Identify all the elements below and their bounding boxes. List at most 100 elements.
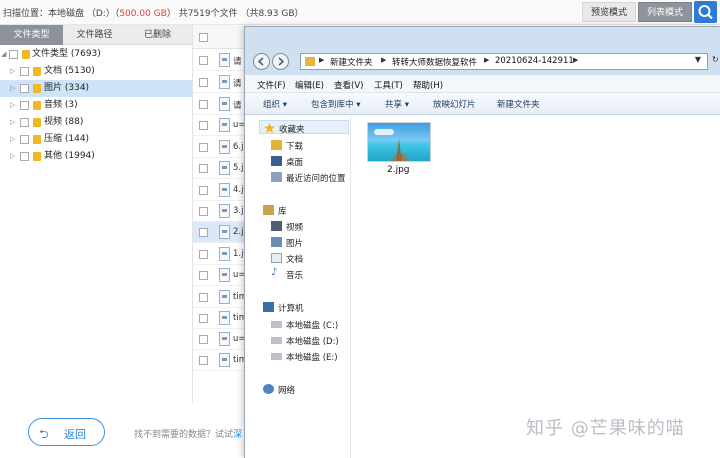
- menu-file[interactable]: 文件(F): [257, 79, 286, 91]
- collapse-icon[interactable]: ◢: [1, 46, 6, 63]
- menu-tools[interactable]: 工具(T): [374, 79, 403, 91]
- nav-label: 音乐: [286, 271, 304, 281]
- tree-item-video[interactable]: ▷ 视频 (88): [0, 114, 192, 131]
- back-nav-button[interactable]: [253, 53, 270, 70]
- video-icon: [271, 221, 282, 231]
- menu-edit[interactable]: 编辑(E): [295, 79, 324, 91]
- select-all-checkbox[interactable]: [199, 33, 208, 42]
- tree-item-docs[interactable]: ▷ 文档 (5130): [0, 63, 192, 80]
- checkbox[interactable]: [20, 118, 29, 127]
- hint-link[interactable]: 深: [233, 430, 242, 440]
- thumbnail-label[interactable]: 2.jpg: [387, 165, 410, 175]
- chevron-down-icon[interactable]: ▼: [695, 55, 701, 64]
- breadcrumb-item[interactable]: 20210624-142911: [495, 56, 574, 66]
- expand-icon[interactable]: ▷: [10, 63, 15, 80]
- file-icon: [219, 161, 230, 175]
- checkbox[interactable]: [199, 207, 208, 216]
- new-folder-button[interactable]: 新建文件夹: [497, 98, 540, 110]
- nav-favorites[interactable]: 收藏夹: [259, 120, 349, 135]
- checkbox[interactable]: [199, 100, 208, 109]
- folder-icon: [33, 152, 41, 161]
- tab-file-type[interactable]: 文件类型: [0, 25, 63, 45]
- checkbox[interactable]: [199, 335, 208, 344]
- breadcrumb-item[interactable]: 转转大师数据恢复软件: [392, 56, 477, 68]
- tree-item-audio[interactable]: ▷ 音频 (3): [0, 97, 192, 114]
- tab-deleted[interactable]: 已删除: [126, 25, 189, 45]
- checkbox[interactable]: [199, 293, 208, 302]
- checkbox[interactable]: [199, 186, 208, 195]
- breadcrumb-item[interactable]: 新建文件夹: [330, 56, 373, 68]
- file-name: 5.j: [233, 163, 244, 173]
- checkbox[interactable]: [199, 250, 208, 259]
- hint-text: 找不到需要的数据？试试: [134, 430, 234, 440]
- type-tree: ◢ 文件类型 (7693) ▷ 文档 (5130) ▷ 图片 (334) ▷ 音…: [0, 46, 192, 165]
- file-name: 2.j: [233, 227, 244, 237]
- file-name: 请: [233, 79, 242, 89]
- checkbox[interactable]: [9, 50, 18, 59]
- file-icon: [219, 268, 230, 282]
- expand-icon[interactable]: ▷: [10, 114, 15, 131]
- library-icon: [263, 205, 274, 215]
- nav-label: 本地磁盘 (D:): [286, 337, 339, 347]
- network-icon: [263, 384, 274, 394]
- checkbox[interactable]: [20, 84, 29, 93]
- chevron-right-icon[interactable]: ▶: [381, 56, 386, 64]
- nav-label: 文档: [286, 255, 304, 265]
- checkbox[interactable]: [20, 101, 29, 110]
- checkbox[interactable]: [199, 228, 208, 237]
- tab-file-path[interactable]: 文件路径: [63, 25, 126, 45]
- checkbox[interactable]: [20, 152, 29, 161]
- nav-label: 图片: [286, 239, 304, 249]
- checkbox[interactable]: [20, 135, 29, 144]
- chevron-right-icon[interactable]: ▶: [573, 56, 578, 64]
- tree-item-label: 图片 (334): [44, 83, 90, 93]
- expand-icon[interactable]: ▷: [10, 97, 15, 114]
- checkbox[interactable]: [199, 143, 208, 152]
- file-icon: [219, 53, 230, 67]
- image-thumbnail[interactable]: [367, 122, 431, 162]
- tree-item-all[interactable]: ◢ 文件类型 (7693): [0, 46, 192, 63]
- back-label: 返回: [64, 428, 86, 441]
- folder-icon: [33, 118, 41, 127]
- file-name: 6.j: [233, 142, 244, 152]
- file-icon: [219, 290, 230, 304]
- file-icon: [219, 140, 230, 154]
- expand-icon[interactable]: ▷: [10, 80, 15, 97]
- left-tabs: 文件类型 文件路径 已删除: [0, 25, 192, 45]
- checkbox[interactable]: [199, 121, 208, 130]
- share-button[interactable]: 共享 ▾: [385, 98, 409, 110]
- checkbox[interactable]: [199, 314, 208, 323]
- preview-mode-button[interactable]: 预览模式: [582, 2, 637, 22]
- scan-info: 扫描位置：本地磁盘 （D:）（500.00 GB） 共7519个文件 （共8.9…: [3, 6, 304, 19]
- forward-nav-button[interactable]: [272, 53, 289, 70]
- refresh-icon[interactable]: ↻: [712, 55, 719, 64]
- tree-item-archive[interactable]: ▷ 压缩 (144): [0, 131, 192, 148]
- file-icon: [219, 204, 230, 218]
- checkbox[interactable]: [199, 164, 208, 173]
- organize-button[interactable]: 组织 ▾: [263, 98, 287, 110]
- back-button[interactable]: ⮌ 返回: [28, 418, 105, 446]
- menu-help[interactable]: 帮助(H): [413, 79, 443, 91]
- chevron-right-icon[interactable]: ▶: [319, 56, 324, 64]
- checkbox[interactable]: [199, 56, 208, 65]
- tree-item-images[interactable]: ▷ 图片 (334): [0, 80, 192, 97]
- slideshow-button[interactable]: 放映幻灯片: [433, 98, 476, 110]
- checkbox[interactable]: [199, 78, 208, 87]
- checkbox[interactable]: [20, 67, 29, 76]
- list-mode-button[interactable]: 列表模式: [638, 2, 693, 22]
- address-bar[interactable]: ▶ 新建文件夹 ▶ 转转大师数据恢复软件 ▶ 20210624-142911 ▶…: [300, 53, 708, 70]
- checkbox[interactable]: [199, 356, 208, 365]
- expand-icon[interactable]: ▷: [10, 148, 15, 165]
- tree-item-other[interactable]: ▷ 其他 (1994): [0, 148, 192, 165]
- menu-view[interactable]: 查看(V): [334, 79, 363, 91]
- chevron-right-icon[interactable]: ▶: [484, 56, 489, 64]
- nav-label: 视频: [286, 223, 304, 233]
- file-name: 3.j: [233, 206, 244, 216]
- star-icon: [264, 123, 275, 133]
- include-in-library-button[interactable]: 包含到库中 ▾: [311, 98, 360, 110]
- tree-item-label: 文件类型 (7693): [32, 49, 101, 59]
- checkbox[interactable]: [199, 271, 208, 280]
- expand-icon[interactable]: ▷: [10, 131, 15, 148]
- search-button[interactable]: [694, 1, 717, 23]
- help-hint: 找不到需要的数据？试试深: [134, 427, 242, 440]
